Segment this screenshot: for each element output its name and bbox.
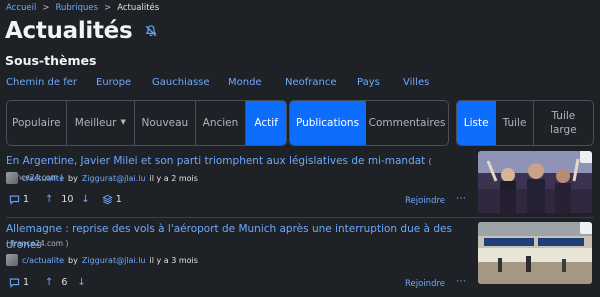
- subtheme-link-chemin-de-fer[interactable]: Chemin de fer: [6, 77, 96, 88]
- sort-button-group: Populaire Meilleur ▼ Nouveau Ancien Acti…: [6, 100, 287, 146]
- layout-list-button[interactable]: Liste: [457, 101, 497, 145]
- crosspost-layers-icon[interactable]: [102, 194, 113, 205]
- crosspost-count: 1: [115, 194, 122, 205]
- more-options-icon[interactable]: ⋯: [456, 276, 467, 287]
- author-link[interactable]: Ziggurat@jlai.lu: [82, 256, 146, 265]
- crowd-photo-illustration: [478, 151, 592, 213]
- post-actions: 1 ↑ 10 ↓ 1: [9, 194, 122, 205]
- post-time: il y a 2 mois: [149, 173, 198, 183]
- post-meta: c/actualite by Ziggurat@jlai.lu il y a 3…: [6, 254, 198, 266]
- subtheme-link-gauchiasse[interactable]: Gauchiasse: [152, 77, 228, 88]
- downvote-arrow-icon[interactable]: ↓: [81, 194, 89, 205]
- title-row: Actualités: [5, 18, 158, 44]
- join-button[interactable]: Rejoindre: [405, 196, 445, 206]
- tab-publications[interactable]: Publications: [290, 101, 367, 145]
- sort-new-button[interactable]: Nouveau: [135, 101, 196, 145]
- post-thumbnail[interactable]: [478, 222, 592, 284]
- sort-best-dropdown[interactable]: Meilleur ▼: [67, 101, 136, 145]
- sort-best-label: Meilleur: [74, 116, 117, 129]
- sort-popular-button[interactable]: Populaire: [7, 101, 67, 145]
- sort-old-button[interactable]: Ancien: [196, 101, 247, 145]
- join-button[interactable]: Rejoindre: [405, 279, 445, 289]
- subtheme-link-pays[interactable]: Pays: [357, 77, 403, 88]
- subthemes-heading: Sous-thèmes: [5, 53, 97, 68]
- comment-icon[interactable]: [9, 194, 20, 205]
- downvote-arrow-icon[interactable]: ↓: [77, 277, 85, 288]
- upvote-arrow-icon[interactable]: ↑: [45, 194, 53, 205]
- breadcrumb-home-link[interactable]: Accueil: [6, 3, 36, 13]
- sort-active-button[interactable]: Actif: [246, 101, 286, 145]
- score-count: 6: [61, 277, 68, 288]
- breadcrumb-current: Actualités: [117, 3, 160, 13]
- breadcrumb-section-link[interactable]: Rubriques: [55, 3, 98, 13]
- comment-icon[interactable]: [9, 277, 20, 288]
- post-divider: [6, 217, 594, 218]
- tab-comments[interactable]: Commentaires: [366, 101, 448, 145]
- breadcrumb-separator: >: [104, 3, 112, 13]
- post-title-text: En Argentine, Javier Milei et son parti …: [6, 155, 426, 167]
- breadcrumb: Accueil > Rubriques > Actualités: [6, 3, 159, 13]
- post-actions: 1 ↑ 6 ↓: [9, 277, 86, 288]
- expand-image-icon[interactable]: [580, 151, 592, 163]
- by-label: by: [68, 255, 78, 265]
- layout-large-tile-button[interactable]: Tuile large: [534, 101, 593, 145]
- expand-image-icon[interactable]: [580, 222, 592, 234]
- score-count: 10: [61, 194, 74, 205]
- layout-tile-button[interactable]: Tuile: [496, 101, 534, 145]
- upvote-arrow-icon[interactable]: ↑: [45, 277, 53, 288]
- content-type-group: Publications Commentaires: [289, 100, 449, 146]
- community-link[interactable]: c/actualite: [22, 174, 64, 183]
- layout-group: Liste Tuile Tuile large: [456, 100, 594, 146]
- breadcrumb-separator: >: [42, 3, 50, 13]
- subtheme-link-monde[interactable]: Monde: [228, 77, 285, 88]
- post-thumbnail[interactable]: [478, 151, 592, 213]
- caret-down-icon: ▼: [120, 118, 126, 127]
- by-label: by: [68, 173, 78, 183]
- author-link[interactable]: Ziggurat@jlai.lu: [82, 174, 146, 183]
- community-icon: [6, 172, 18, 184]
- community-icon: [6, 254, 18, 266]
- subtheme-link-europe[interactable]: Europe: [96, 77, 152, 88]
- post-time: il y a 3 mois: [149, 255, 198, 265]
- post-domain: ( france24.com ): [6, 239, 69, 248]
- subtheme-link-villes[interactable]: Villes: [403, 77, 443, 88]
- bell-off-icon[interactable]: [144, 24, 158, 38]
- comment-count: 1: [23, 194, 30, 205]
- comment-count: 1: [23, 277, 30, 288]
- post-meta: c/actualite by Ziggurat@jlai.lu il y a 2…: [6, 172, 198, 184]
- community-link[interactable]: c/actualite: [22, 256, 64, 265]
- subtheme-link-neofrance[interactable]: Neofrance: [285, 77, 357, 88]
- more-options-icon[interactable]: ⋯: [456, 193, 467, 204]
- subthemes-list: Chemin de fer Europe Gauchiasse Monde Ne…: [6, 77, 443, 88]
- page-title: Actualités: [5, 18, 133, 44]
- airport-photo-illustration: [478, 222, 592, 284]
